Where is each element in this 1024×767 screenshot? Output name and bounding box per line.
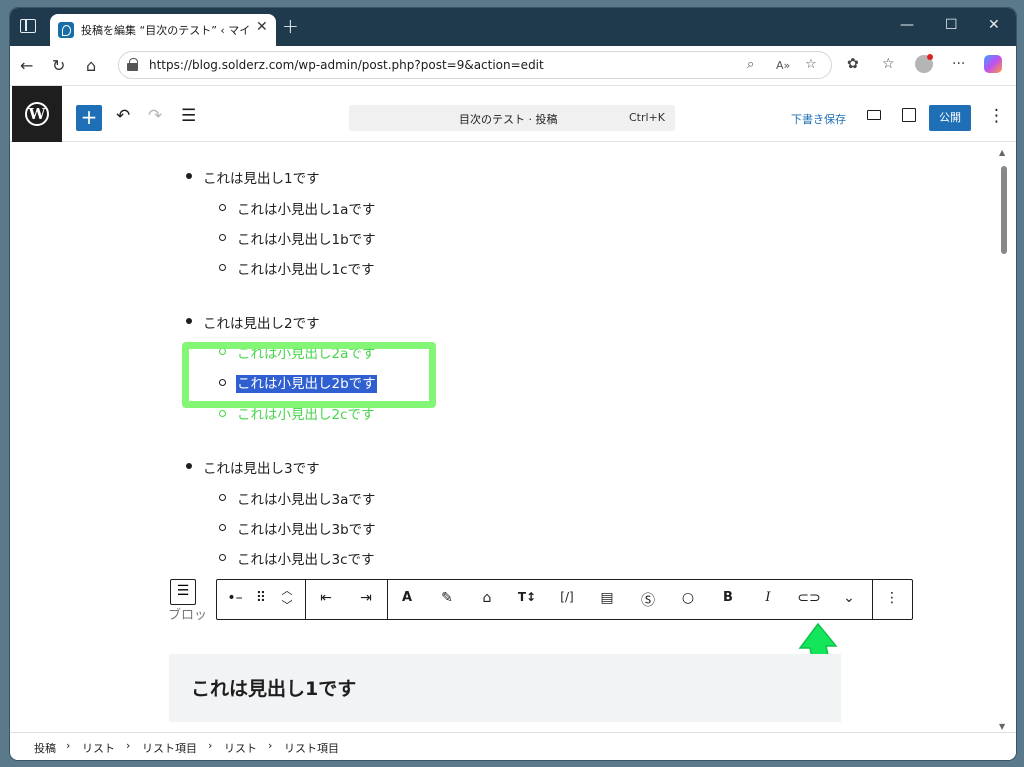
indent-icon[interactable]: ⇥ bbox=[354, 590, 378, 606]
editor-header: W + ↶ ↷ ☰ 目次のテスト · 投稿 Ctrl+K 下書き保存 公開 ⋮ bbox=[10, 86, 1016, 142]
wordpress-favicon-icon bbox=[58, 22, 74, 38]
reload-icon[interactable]: ↻ bbox=[52, 56, 65, 75]
circle-bullet-icon bbox=[219, 524, 226, 531]
circle-bullet-icon bbox=[219, 264, 226, 271]
browser-tab[interactable]: 投稿を編集 “目次のテスト” ‹ マイブロ ✕ bbox=[50, 14, 276, 46]
table-of-contents-icon[interactable]: ☰ bbox=[170, 579, 196, 605]
undo-icon[interactable]: ↶ bbox=[116, 106, 130, 126]
move-up-down-icon[interactable]: ︿ ﹀ bbox=[275, 583, 299, 613]
lock-icon bbox=[127, 58, 138, 71]
circle-bullet-icon bbox=[219, 204, 226, 211]
text-size-icon[interactable]: T↕ bbox=[515, 590, 539, 604]
url-text[interactable]: https://blog.solderz.com/wp-admin/post.p… bbox=[149, 58, 544, 72]
address-bar[interactable]: https://blog.solderz.com/wp-admin/post.p… bbox=[118, 51, 832, 79]
scroll-up-icon[interactable]: ▲ bbox=[999, 148, 1005, 157]
bullet-icon bbox=[186, 318, 192, 324]
link-icon[interactable]: ⊂⊃ bbox=[797, 590, 821, 606]
heading-text[interactable]: これは見出し1です bbox=[191, 674, 356, 701]
settings-sidebar-icon[interactable] bbox=[902, 108, 916, 122]
add-block-button[interactable]: + bbox=[76, 105, 102, 131]
document-overview-icon[interactable]: ☰ bbox=[181, 106, 196, 126]
notification-dot-icon bbox=[927, 54, 933, 60]
save-draft-button[interactable]: 下書き保存 bbox=[791, 111, 846, 127]
back-icon[interactable]: ← bbox=[20, 56, 33, 75]
shortcode-icon[interactable]: [/] bbox=[555, 590, 579, 604]
bold-icon[interactable]: B bbox=[716, 590, 740, 605]
block-label: ブロッ bbox=[168, 608, 208, 623]
highlight-brush-icon[interactable]: ✎ bbox=[435, 590, 459, 606]
close-window-icon[interactable]: ✕ bbox=[988, 17, 1000, 33]
browser-window: 投稿を編集 “目次のテスト” ‹ マイブロ ✕ + — ☐ ✕ ← ↻ ⌂ ht… bbox=[10, 8, 1016, 760]
list-item[interactable]: これは見出し2です bbox=[203, 312, 320, 332]
zoom-icon[interactable]: ⌕ bbox=[747, 57, 754, 72]
list-item[interactable]: これは見出し3です bbox=[203, 457, 320, 477]
more-formatting-icon[interactable]: ⌄ bbox=[837, 590, 861, 606]
dollar-icon[interactable]: Ⓢ bbox=[636, 590, 660, 610]
document-icon[interactable]: ▤ bbox=[595, 590, 619, 606]
scrollbar[interactable]: ▲ ▼ bbox=[996, 142, 1016, 732]
new-tab-icon[interactable]: + bbox=[282, 14, 299, 38]
list-item[interactable]: これは小見出し1aです bbox=[237, 198, 375, 218]
list-item[interactable]: これは見出し1です bbox=[203, 167, 320, 187]
tag-icon[interactable]: ⌂ bbox=[475, 590, 499, 606]
breadcrumb-separator-icon: › bbox=[126, 739, 131, 752]
home-icon[interactable]: ⌂ bbox=[86, 56, 96, 75]
breadcrumb-item[interactable]: リスト項目 bbox=[142, 740, 197, 756]
favorite-star-icon[interactable]: ☆ bbox=[805, 57, 817, 72]
maximize-icon[interactable]: ☐ bbox=[945, 17, 958, 33]
breadcrumb-item[interactable]: リスト項目 bbox=[284, 740, 339, 756]
editor-canvas[interactable]: これは見出し1です これは小見出し1aです これは小見出し1bです これは小見出… bbox=[10, 142, 1016, 732]
circle-bullet-icon bbox=[219, 410, 226, 417]
list-item[interactable]: これは小見出し1bです bbox=[237, 228, 376, 248]
sidebar-toggle-icon[interactable] bbox=[20, 19, 36, 33]
tab-close-icon[interactable]: ✕ bbox=[256, 19, 268, 35]
italic-icon[interactable]: I bbox=[756, 590, 780, 605]
command-shortcut: Ctrl+K bbox=[628, 111, 665, 124]
list-item[interactable]: これは小見出し1cです bbox=[237, 258, 375, 278]
browser-navbar: ← ↻ ⌂ https://blog.solderz.com/wp-admin/… bbox=[10, 46, 1016, 86]
favorites-icon[interactable]: ☆ bbox=[882, 56, 895, 72]
list-item[interactable]: これは小見出し3bです bbox=[237, 518, 376, 538]
outdent-icon[interactable]: ⇤ bbox=[314, 590, 338, 606]
breadcrumb-item[interactable]: 投稿 bbox=[34, 740, 56, 756]
block-toolbar: •– ⠿ ︿ ﹀ ⇤ ⇥ A ✎ ⌂ T↕ [/] ▤ Ⓢ ○ B I ⊂⊃ ⌄ … bbox=[216, 579, 913, 620]
block-options-icon[interactable]: ⋮ bbox=[880, 590, 904, 606]
document-title: 目次のテスト · 投稿 bbox=[459, 113, 558, 126]
tab-title: 投稿を編集 “目次のテスト” ‹ マイブロ bbox=[81, 24, 251, 37]
annotation-highlight-box bbox=[182, 342, 436, 408]
breadcrumb-item[interactable]: リスト bbox=[224, 740, 257, 756]
list-item[interactable]: これは小見出し3aです bbox=[237, 488, 375, 508]
breadcrumb-separator-icon: › bbox=[268, 739, 273, 752]
text-color-icon[interactable]: A bbox=[395, 590, 419, 605]
options-menu-icon[interactable]: ⋮ bbox=[988, 106, 1005, 126]
heading-block[interactable]: これは見出し1です bbox=[169, 654, 841, 722]
list-item-block-icon[interactable]: •– bbox=[223, 590, 247, 606]
redo-icon[interactable]: ↷ bbox=[148, 106, 162, 126]
circle-bullet-icon bbox=[219, 494, 226, 501]
bullet-icon bbox=[186, 463, 192, 469]
publish-button[interactable]: 公開 bbox=[929, 105, 971, 131]
list-item[interactable]: これは小見出し3cです bbox=[237, 548, 375, 568]
scroll-thumb[interactable] bbox=[1001, 166, 1007, 254]
circle-bullet-icon bbox=[219, 234, 226, 241]
extensions-icon[interactable]: ✿ bbox=[847, 56, 859, 72]
wordpress-icon: W bbox=[25, 102, 49, 126]
more-menu-icon[interactable]: ··· bbox=[952, 56, 965, 72]
breadcrumb-separator-icon: › bbox=[66, 739, 71, 752]
document-bar[interactable]: 目次のテスト · 投稿 Ctrl+K bbox=[349, 105, 675, 131]
scroll-down-icon[interactable]: ▼ bbox=[999, 722, 1005, 731]
browser-titlebar: 投稿を編集 “目次のテスト” ‹ マイブロ ✕ + — ☐ ✕ bbox=[10, 8, 1016, 46]
breadcrumb: 投稿 › リスト › リスト項目 › リスト › リスト項目 bbox=[10, 732, 1016, 760]
minimize-icon[interactable]: — bbox=[900, 17, 914, 33]
breadcrumb-separator-icon: › bbox=[208, 739, 213, 752]
breadcrumb-item[interactable]: リスト bbox=[82, 740, 115, 756]
circle-icon[interactable]: ○ bbox=[676, 590, 700, 606]
bullet-icon bbox=[186, 173, 192, 179]
drag-handle-icon[interactable]: ⠿ bbox=[249, 590, 273, 606]
copilot-icon[interactable] bbox=[984, 55, 1002, 73]
preview-icon[interactable] bbox=[867, 110, 881, 120]
wordpress-logo[interactable]: W bbox=[12, 86, 62, 142]
circle-bullet-icon bbox=[219, 554, 226, 561]
read-aloud-icon[interactable]: A» bbox=[776, 59, 790, 72]
